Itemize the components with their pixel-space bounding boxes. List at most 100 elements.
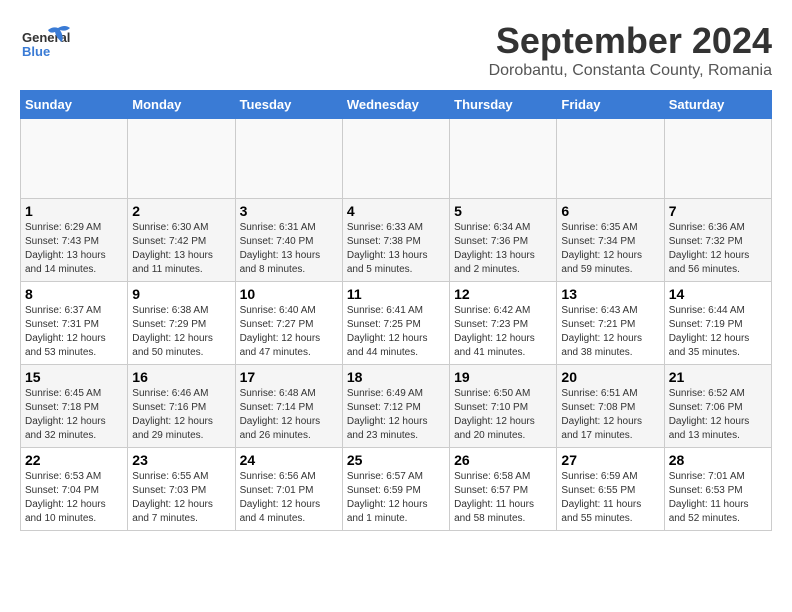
- day-number: 18: [347, 369, 445, 385]
- day-number: 9: [132, 286, 230, 302]
- day-info: Sunrise: 6:45 AM Sunset: 7:18 PM Dayligh…: [25, 387, 123, 443]
- day-number: 25: [347, 452, 445, 468]
- day-number: 7: [669, 203, 767, 219]
- table-cell: [235, 119, 342, 199]
- day-info: Sunrise: 6:30 AM Sunset: 7:42 PM Dayligh…: [132, 221, 230, 277]
- table-cell: 14Sunrise: 6:44 AM Sunset: 7:19 PM Dayli…: [664, 282, 771, 365]
- table-cell: 25 Sunrise: 6:57 AM Sunset: 6:59 PM Dayli…: [342, 448, 449, 531]
- day-info: Sunrise: 6:58 AM Sunset: 6:57 PM Dayligh…: [454, 470, 552, 526]
- table-cell: 7 Sunrise: 6:36 AM Sunset: 7:32 PM Daylig…: [664, 199, 771, 282]
- header: General Blue September 2024 Dorobantu, C…: [20, 20, 772, 80]
- day-info: Sunrise: 6:57 AM Sunset: 6:59 PM Dayligh…: [347, 470, 445, 526]
- calendar-row: 8 Sunrise: 6:37 AM Sunset: 7:31 PM Daylig…: [21, 282, 772, 365]
- table-cell: [557, 119, 664, 199]
- title-area: September 2024 Dorobantu, Constanta Coun…: [489, 20, 772, 80]
- day-info: Sunrise: 6:53 AM Sunset: 7:04 PM Dayligh…: [25, 470, 123, 526]
- day-info: Sunrise: 6:55 AM Sunset: 7:03 PM Dayligh…: [132, 470, 230, 526]
- day-number: 28: [669, 452, 767, 468]
- logo: General Blue: [20, 20, 70, 70]
- calendar-row: [21, 119, 772, 199]
- day-number: 27: [561, 452, 659, 468]
- col-saturday: Saturday: [664, 91, 771, 119]
- day-info: Sunrise: 6:36 AM Sunset: 7:32 PM Dayligh…: [669, 221, 767, 277]
- table-cell: 10 Sunrise: 6:40 AM Sunset: 7:27 PM Dayli…: [235, 282, 342, 365]
- table-cell: 21 Sunrise: 6:52 AM Sunset: 7:06 PM Dayli…: [664, 365, 771, 448]
- day-info: Sunrise: 6:40 AM Sunset: 7:27 PM Dayligh…: [240, 304, 338, 360]
- day-number: 19: [454, 369, 552, 385]
- day-info: Sunrise: 6:35 AM Sunset: 7:34 PM Dayligh…: [561, 221, 659, 277]
- calendar-table: Sunday Monday Tuesday Wednesday Thursday…: [20, 90, 772, 531]
- day-number: 22: [25, 452, 123, 468]
- day-info: Sunrise: 6:48 AM Sunset: 7:14 PM Dayligh…: [240, 387, 338, 443]
- day-info: Sunrise: 6:50 AM Sunset: 7:10 PM Dayligh…: [454, 387, 552, 443]
- table-cell: 11Sunrise: 6:41 AM Sunset: 7:25 PM Dayli…: [342, 282, 449, 365]
- calendar-row: 1 Sunrise: 6:29 AM Sunset: 7:43 PM Daylig…: [21, 199, 772, 282]
- table-cell: 26 Sunrise: 6:58 AM Sunset: 6:57 PM Dayli…: [450, 448, 557, 531]
- table-cell: [450, 119, 557, 199]
- table-cell: [664, 119, 771, 199]
- day-number: 14: [669, 286, 767, 302]
- day-number: 13: [561, 286, 659, 302]
- day-info: Sunrise: 6:59 AM Sunset: 6:55 PM Dayligh…: [561, 470, 659, 526]
- table-cell: 3 Sunrise: 6:31 AM Sunset: 7:40 PM Daylig…: [235, 199, 342, 282]
- col-thursday: Thursday: [450, 91, 557, 119]
- day-info: Sunrise: 6:34 AM Sunset: 7:36 PM Dayligh…: [454, 221, 552, 277]
- day-info: Sunrise: 6:37 AM Sunset: 7:31 PM Dayligh…: [25, 304, 123, 360]
- day-number: 1: [25, 203, 123, 219]
- table-cell: 17 Sunrise: 6:48 AM Sunset: 7:14 PM Dayli…: [235, 365, 342, 448]
- day-number: 8: [25, 286, 123, 302]
- table-cell: 15 Sunrise: 6:45 AM Sunset: 7:18 PM Dayli…: [21, 365, 128, 448]
- day-number: 4: [347, 203, 445, 219]
- logo-icon: General Blue: [20, 20, 70, 70]
- day-info: Sunrise: 6:56 AM Sunset: 7:01 PM Dayligh…: [240, 470, 338, 526]
- table-cell: 28Sunrise: 7:01 AM Sunset: 6:53 PM Dayli…: [664, 448, 771, 531]
- day-info: Sunrise: 6:31 AM Sunset: 7:40 PM Dayligh…: [240, 221, 338, 277]
- day-number: 15: [25, 369, 123, 385]
- day-info: Sunrise: 6:51 AM Sunset: 7:08 PM Dayligh…: [561, 387, 659, 443]
- day-number: 26: [454, 452, 552, 468]
- table-cell: 24 Sunrise: 6:56 AM Sunset: 7:01 PM Dayli…: [235, 448, 342, 531]
- table-cell: [21, 119, 128, 199]
- col-monday: Monday: [128, 91, 235, 119]
- calendar-row: 15 Sunrise: 6:45 AM Sunset: 7:18 PM Dayli…: [21, 365, 772, 448]
- day-number: 5: [454, 203, 552, 219]
- svg-text:Blue: Blue: [22, 44, 50, 59]
- day-number: 16: [132, 369, 230, 385]
- day-number: 3: [240, 203, 338, 219]
- calendar-header-row: Sunday Monday Tuesday Wednesday Thursday…: [21, 91, 772, 119]
- day-number: 2: [132, 203, 230, 219]
- table-cell: 22 Sunrise: 6:53 AM Sunset: 7:04 PM Dayli…: [21, 448, 128, 531]
- col-friday: Friday: [557, 91, 664, 119]
- day-info: Sunrise: 6:43 AM Sunset: 7:21 PM Dayligh…: [561, 304, 659, 360]
- table-cell: 1 Sunrise: 6:29 AM Sunset: 7:43 PM Daylig…: [21, 199, 128, 282]
- day-info: Sunrise: 6:46 AM Sunset: 7:16 PM Dayligh…: [132, 387, 230, 443]
- table-cell: 5 Sunrise: 6:34 AM Sunset: 7:36 PM Daylig…: [450, 199, 557, 282]
- day-number: 12: [454, 286, 552, 302]
- calendar-row: 22 Sunrise: 6:53 AM Sunset: 7:04 PM Dayli…: [21, 448, 772, 531]
- day-number: 20: [561, 369, 659, 385]
- location-title: Dorobantu, Constanta County, Romania: [489, 62, 772, 80]
- day-number: 23: [132, 452, 230, 468]
- day-info: Sunrise: 6:29 AM Sunset: 7:43 PM Dayligh…: [25, 221, 123, 277]
- table-cell: 20 Sunrise: 6:51 AM Sunset: 7:08 PM Dayli…: [557, 365, 664, 448]
- table-cell: 6 Sunrise: 6:35 AM Sunset: 7:34 PM Daylig…: [557, 199, 664, 282]
- table-cell: 16 Sunrise: 6:46 AM Sunset: 7:16 PM Dayli…: [128, 365, 235, 448]
- day-info: Sunrise: 6:38 AM Sunset: 7:29 PM Dayligh…: [132, 304, 230, 360]
- table-cell: 4 Sunrise: 6:33 AM Sunset: 7:38 PM Daylig…: [342, 199, 449, 282]
- day-number: 24: [240, 452, 338, 468]
- day-info: Sunrise: 6:52 AM Sunset: 7:06 PM Dayligh…: [669, 387, 767, 443]
- day-number: 17: [240, 369, 338, 385]
- table-cell: 23 Sunrise: 6:55 AM Sunset: 7:03 PM Dayli…: [128, 448, 235, 531]
- day-number: 21: [669, 369, 767, 385]
- day-info: Sunrise: 6:42 AM Sunset: 7:23 PM Dayligh…: [454, 304, 552, 360]
- day-number: 6: [561, 203, 659, 219]
- table-cell: [128, 119, 235, 199]
- col-sunday: Sunday: [21, 91, 128, 119]
- table-cell: 18Sunrise: 6:49 AM Sunset: 7:12 PM Dayli…: [342, 365, 449, 448]
- day-number: 10: [240, 286, 338, 302]
- col-tuesday: Tuesday: [235, 91, 342, 119]
- col-wednesday: Wednesday: [342, 91, 449, 119]
- table-cell: 9 Sunrise: 6:38 AM Sunset: 7:29 PM Daylig…: [128, 282, 235, 365]
- svg-text:General: General: [22, 30, 70, 45]
- day-info: Sunrise: 6:33 AM Sunset: 7:38 PM Dayligh…: [347, 221, 445, 277]
